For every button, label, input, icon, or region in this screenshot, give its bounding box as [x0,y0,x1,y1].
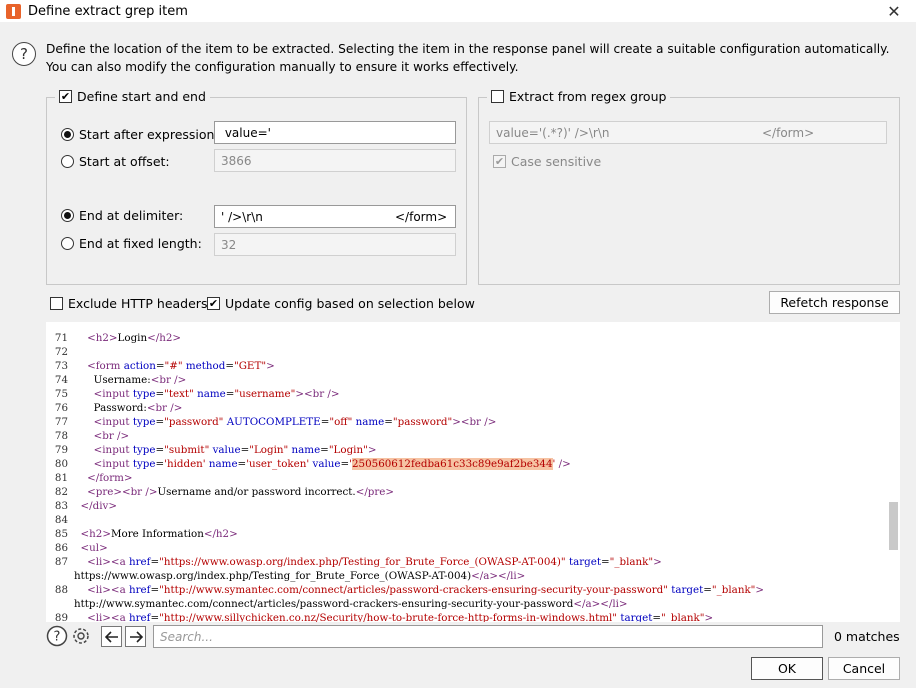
code-line: 88 <li><a href="http://www.symantec.com/… [54,584,765,596]
end-delimiter-radio[interactable] [61,209,74,222]
regex-legend[interactable]: Extract from regex group [487,89,671,104]
exclude-headers-option[interactable]: Exclude HTTP headers [50,296,207,311]
code-line: 71 <h2>Login</h2> [54,332,182,344]
window-title: Define extract grep item [28,3,188,19]
arrow-left-icon [104,630,118,643]
svg-text:?: ? [54,630,61,645]
arrow-right-icon [129,630,143,643]
end-delimiter-label: End at delimiter: [79,208,184,223]
start-end-checkbox[interactable]: ✔ [59,90,72,103]
end-delimiter-value-tail: </form> [395,209,448,224]
match-count: 0 matches [834,629,900,644]
regex-input[interactable]: value='(.*?)' />\r\n </form> [489,121,887,144]
code-line: 73 <form action="#" method="GET"> [54,360,275,372]
close-icon[interactable]: ✕ [882,0,906,22]
scrollbar-thumb[interactable] [889,502,898,550]
code-line: 75 <input type="text" name="username"><b… [54,388,340,400]
start-after-option[interactable]: Start after expression: [61,127,219,142]
previous-match-button[interactable] [101,626,122,647]
regex-value: value='(.*?)' />\r\n [496,125,610,140]
code-line: 89 <li><a href="http://www.sillychicken.… [54,612,714,622]
response-editor[interactable]: 71 <h2>Login</h2> 72 73 <form action="#"… [46,322,900,622]
code-line: 77 <input type="password" AUTOCOMPLETE="… [54,416,497,428]
code-line: 85 <h2>More Information</h2> [54,528,238,540]
code-line: http://www.symantec.com/connect/articles… [74,598,628,610]
title-bar: Define extract grep item ✕ [0,0,916,22]
help-icon[interactable]: ? [12,42,36,66]
start-offset-label: Start at offset: [79,154,170,169]
code-line: 82 <pre><br />Username and/or password i… [54,486,395,498]
search-bar: ? Search... 0 matches [46,625,900,649]
start-offset-radio[interactable] [61,155,74,168]
case-sensitive-checkbox[interactable]: ✔ [493,155,506,168]
code-line: 87 <li><a href="https://www.owasp.org/in… [54,556,662,568]
case-sensitive-label: Case sensitive [511,154,602,169]
end-fixed-option[interactable]: End at fixed length: [61,236,202,251]
highlighted-token: 250560612fedba61c33c89e9af2be344 [351,458,553,470]
refetch-response-button[interactable]: Refetch response [769,291,900,314]
update-config-label: Update config based on selection below [225,296,475,311]
code-line: 84 [54,514,68,526]
start-end-legend-label: Define start and end [77,89,206,104]
ok-button[interactable]: OK [751,657,823,680]
end-fixed-label: End at fixed length: [79,236,202,251]
start-offset-input[interactable]: 3866 [214,149,456,172]
start-after-label: Start after expression: [79,127,219,142]
code-line: 76 Password:<br /> [54,402,183,414]
app-icon [6,3,21,19]
exclude-headers-checkbox[interactable] [50,297,63,310]
end-fixed-input[interactable]: 32 [214,233,456,256]
start-offset-option[interactable]: Start at offset: [61,154,170,169]
code-line: 86 <ul> [54,542,108,554]
help-icon[interactable]: ? [46,625,68,647]
update-config-option[interactable]: ✔ Update config based on selection below [207,296,475,311]
cancel-button[interactable]: Cancel [828,657,900,680]
regex-value-tail: </form> [762,125,815,140]
code-line: 81 </form> [54,472,133,484]
end-fixed-radio[interactable] [61,237,74,250]
editor-scrollbar[interactable] [888,322,900,622]
end-delimiter-option[interactable]: End at delimiter: [61,208,183,223]
code-line: 83 </div> [54,500,117,512]
regex-checkbox[interactable] [491,90,504,103]
code-line: 78 <br /> [54,430,130,442]
case-sensitive-option[interactable]: ✔ Case sensitive [493,154,601,169]
code-line: 74 Username:<br /> [54,374,187,386]
next-match-button[interactable] [125,626,146,647]
code-line: 80 <input type='hidden' name='user_token… [54,458,571,470]
code-line: 72 [54,346,68,358]
end-delimiter-input[interactable]: ' />\r\n </form> [214,205,456,228]
code-line: 79 <input type="submit" value="Login" na… [54,444,377,456]
start-after-input[interactable]: value=' [214,121,456,144]
start-end-legend[interactable]: ✔ Define start and end [55,89,210,104]
code-line: https://www.owasp.org/index.php/Testing_… [74,570,526,582]
update-config-checkbox[interactable]: ✔ [207,297,220,310]
exclude-headers-label: Exclude HTTP headers [68,296,208,311]
intro-text: Define the location of the item to be ex… [46,42,890,74]
search-input[interactable]: Search... [153,625,823,648]
end-delimiter-value: ' />\r\n [221,209,263,224]
gear-icon[interactable] [70,625,92,647]
start-after-radio[interactable] [61,128,74,141]
regex-legend-label: Extract from regex group [509,89,667,104]
